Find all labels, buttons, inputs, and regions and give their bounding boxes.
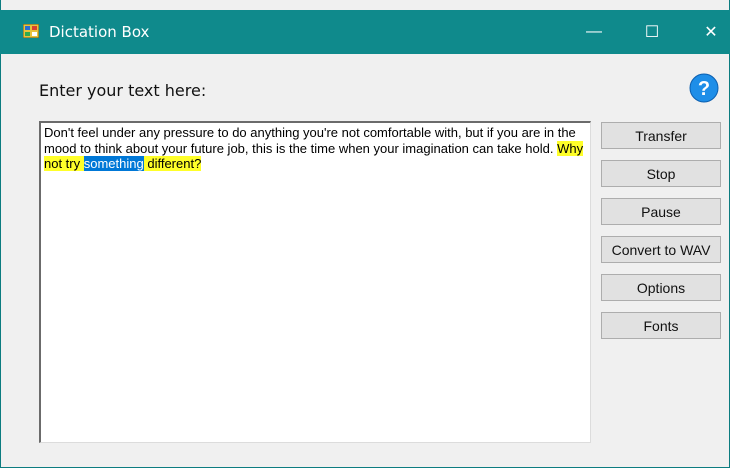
- pause-button[interactable]: Pause: [601, 198, 721, 225]
- minimize-button[interactable]: —: [567, 10, 621, 54]
- selected-word: something: [83, 156, 144, 171]
- dictation-textarea[interactable]: Don't feel under any pressure to do anyt…: [39, 121, 591, 443]
- text-plain: Don't feel under any pressure to do anyt…: [44, 125, 576, 156]
- svg-text:?: ?: [698, 78, 710, 100]
- convert-to-wav-button[interactable]: Convert to WAV: [601, 236, 721, 263]
- text-highlight-after: different?: [143, 156, 202, 171]
- transfer-button[interactable]: Transfer: [601, 122, 721, 149]
- options-button[interactable]: Options: [601, 274, 721, 301]
- close-button[interactable]: ✕: [684, 10, 730, 54]
- close-icon: ✕: [704, 24, 718, 41]
- stop-button[interactable]: Stop: [601, 160, 721, 187]
- help-question-icon[interactable]: ?: [689, 73, 719, 103]
- fonts-button[interactable]: Fonts: [601, 312, 721, 339]
- maximize-button[interactable]: ☐: [625, 10, 679, 54]
- text-prompt-label: Enter your text here:: [39, 81, 207, 100]
- minimize-icon: —: [586, 23, 602, 40]
- app-icon: [23, 24, 39, 38]
- window-title: Dictation Box: [49, 23, 150, 41]
- maximize-icon: ☐: [644, 24, 660, 41]
